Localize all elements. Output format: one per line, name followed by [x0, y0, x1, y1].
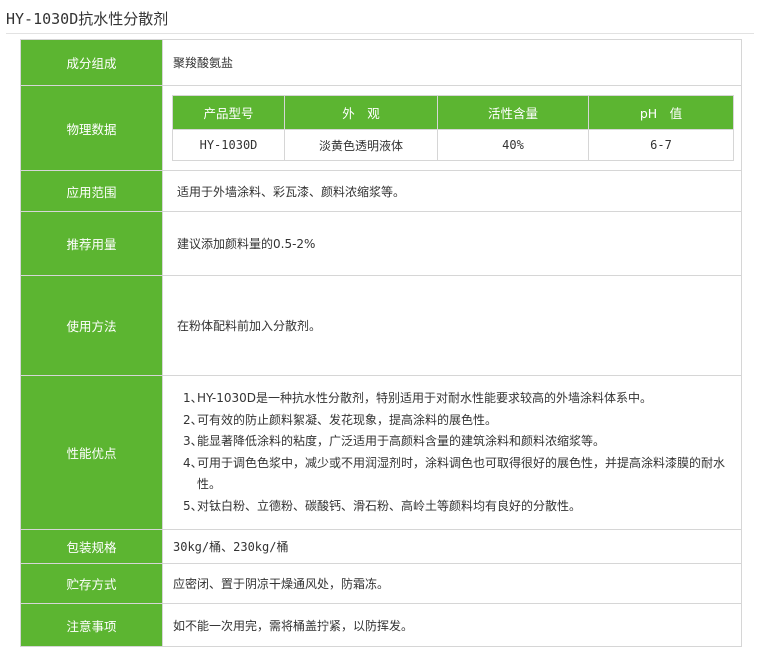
value-composition: 聚羧酸氨盐	[162, 39, 742, 86]
value-ph: 6-7	[588, 129, 734, 161]
list-item-text: 对钛白粉、立德粉、碳酸钙、滑石粉、高岭土等颜料均有良好的分散性。	[197, 498, 582, 513]
page-title: HY-1030D抗水性分散剂	[6, 10, 169, 28]
row-packaging: 包装规格 30kg/桶、230kg/桶	[20, 529, 742, 564]
header-active-content: 活性含量	[437, 95, 589, 130]
list-item: 3、 能显著降低涂料的粘度，广泛适用于高颜料含量的建筑涂料和颜料浓缩浆等。	[183, 431, 741, 453]
advantages-list: 1、 HY-1030D是一种抗水性分散剂，特别适用于对耐水性能要求较高的外墙涂料体…	[163, 388, 741, 517]
usage-text: 在粉体配料前加入分散剂。	[177, 319, 322, 333]
physical-header-row: 产品型号 外 观 活性含量 pH 值	[172, 95, 734, 130]
list-item-number: 5、	[183, 498, 203, 513]
value-packaging: 30kg/桶、230kg/桶	[162, 529, 742, 564]
row-scope: 应用范围 适用于外墙涂料、彩瓦漆、颜料浓缩浆等。	[20, 170, 742, 212]
row-storage: 贮存方式 应密闭、置于阴凉干燥通风处，防霜冻。	[20, 563, 742, 604]
dosage-text: 建议添加颜料量的0.5-2%	[177, 237, 316, 251]
label-physical: 物理数据	[20, 85, 163, 171]
label-notes: 注意事项	[20, 603, 163, 647]
row-notes: 注意事项 如不能一次用完，需将桶盖拧紧，以防挥发。	[20, 603, 742, 647]
label-usage: 使用方法	[20, 275, 163, 376]
list-item: 5、 对钛白粉、立德粉、碳酸钙、滑石粉、高岭土等颜料均有良好的分散性。	[183, 496, 741, 518]
list-item-number: 4、	[183, 455, 203, 470]
list-item-text: 可有效的防止颜料絮凝、发花现象，提高涂料的展色性。	[197, 412, 498, 427]
value-dosage: 建议添加颜料量的0.5-2%	[162, 211, 742, 276]
value-advantages: 1、 HY-1030D是一种抗水性分散剂，特别适用于对耐水性能要求较高的外墙涂料体…	[162, 375, 742, 530]
label-storage: 贮存方式	[20, 563, 163, 604]
row-physical: 物理数据 产品型号 外 观 活性含量 pH 值 HY-1030D 淡黄色透明液体…	[20, 85, 742, 171]
scope-text: 适用于外墙涂料、彩瓦漆、颜料浓缩浆等。	[177, 184, 406, 199]
value-physical: 产品型号 外 观 活性含量 pH 值 HY-1030D 淡黄色透明液体 40% …	[162, 85, 742, 171]
label-advantages: 性能优点	[20, 375, 163, 530]
value-model: HY-1030D	[172, 129, 285, 161]
list-item: 2、 可有效的防止颜料絮凝、发花现象，提高涂料的展色性。	[183, 410, 741, 432]
list-item-number: 1、	[183, 391, 203, 405]
notes-text: 如不能一次用完，需将桶盖拧紧，以防挥发。	[173, 618, 414, 633]
list-item-text: 可用于调色色浆中，减少或不用润湿剂时，涂料调色也可取得很好的展色性，并提高涂料漆…	[197, 455, 726, 492]
packaging-text: 30kg/桶、230kg/桶	[173, 540, 289, 554]
header-ph: pH 值	[588, 95, 734, 130]
physical-value-row: HY-1030D 淡黄色透明液体 40% 6-7	[172, 129, 734, 161]
row-usage: 使用方法 在粉体配料前加入分散剂。	[20, 275, 742, 376]
list-item-text: 能显著降低涂料的粘度，广泛适用于高颜料含量的建筑涂料和颜料浓缩浆等。	[197, 434, 606, 448]
label-packaging: 包装规格	[20, 529, 163, 564]
label-scope: 应用范围	[20, 170, 163, 212]
header-appearance: 外 观	[284, 95, 438, 130]
storage-text: 应密闭、置于阴凉干燥通风处，防霜冻。	[173, 577, 390, 591]
value-scope: 适用于外墙涂料、彩瓦漆、颜料浓缩浆等。	[162, 170, 742, 212]
list-item: 4、 可用于调色色浆中，减少或不用润湿剂时，涂料调色也可取得很好的展色性，并提高涂…	[183, 453, 741, 496]
value-active-content: 40%	[437, 129, 589, 161]
list-item-number: 2、	[183, 412, 203, 427]
label-composition: 成分组成	[20, 39, 163, 86]
row-composition: 成分组成 聚羧酸氨盐	[20, 39, 742, 86]
row-advantages: 性能优点 1、 HY-1030D是一种抗水性分散剂，特别适用于对耐水性能要求较高的…	[20, 375, 742, 530]
value-storage: 应密闭、置于阴凉干燥通风处，防霜冻。	[162, 563, 742, 604]
header-model: 产品型号	[172, 95, 285, 130]
title-divider	[6, 33, 754, 34]
value-appearance: 淡黄色透明液体	[284, 129, 438, 161]
row-dosage: 推荐用量 建议添加颜料量的0.5-2%	[20, 211, 742, 276]
list-item-number: 3、	[183, 434, 203, 448]
label-dosage: 推荐用量	[20, 211, 163, 276]
composition-text: 聚羧酸氨盐	[173, 56, 234, 70]
value-usage: 在粉体配料前加入分散剂。	[162, 275, 742, 376]
spec-table: 成分组成 聚羧酸氨盐 物理数据 产品型号 外 观 活性含量 pH 值 HY-10…	[20, 39, 742, 647]
list-item-text: HY-1030D是一种抗水性分散剂，特别适用于对耐水性能要求较高的外墙涂料体系中…	[197, 391, 653, 405]
value-notes: 如不能一次用完，需将桶盖拧紧，以防挥发。	[162, 603, 742, 647]
physical-data-table: 产品型号 外 观 活性含量 pH 值 HY-1030D 淡黄色透明液体 40% …	[172, 95, 734, 161]
list-item: 1、 HY-1030D是一种抗水性分散剂，特别适用于对耐水性能要求较高的外墙涂料体…	[183, 388, 741, 410]
